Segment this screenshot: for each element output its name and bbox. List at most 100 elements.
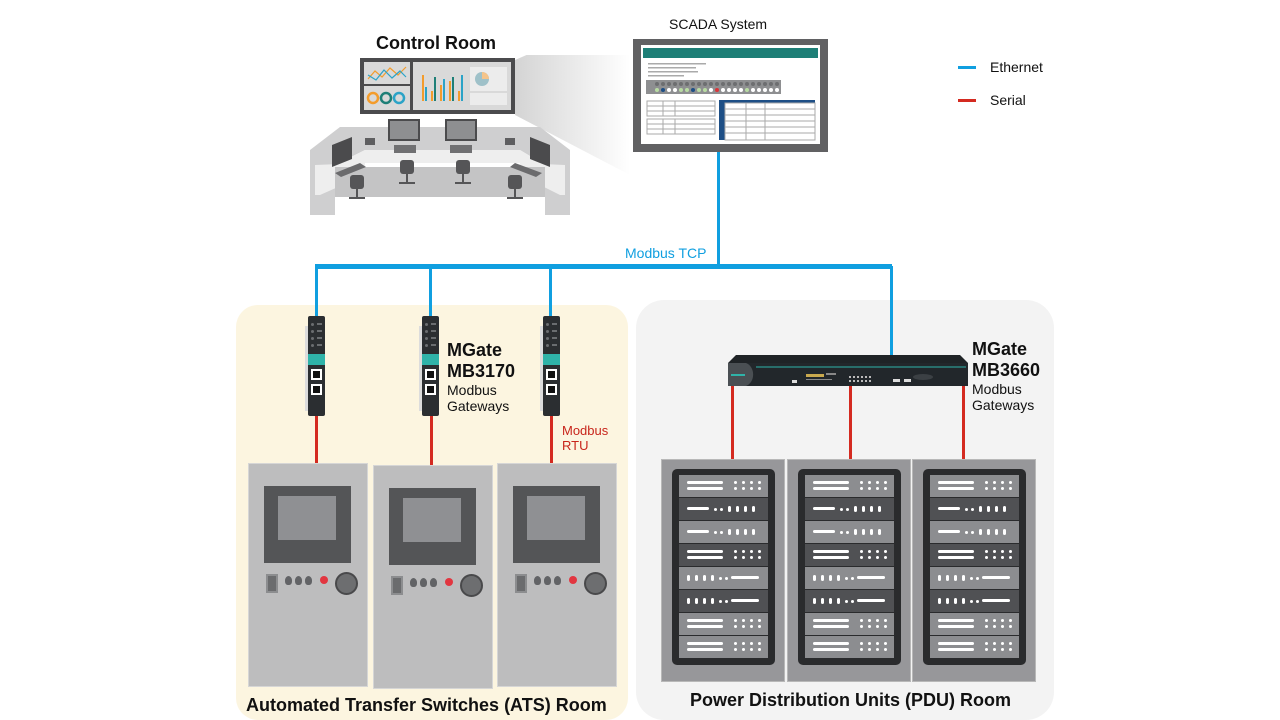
dial-knob bbox=[584, 572, 607, 595]
rack-indicator bbox=[845, 600, 848, 603]
mb3660-name-line2: MB3660 bbox=[972, 360, 1041, 380]
status-led bbox=[445, 578, 453, 586]
rack-indicator bbox=[868, 556, 871, 559]
rack-indicator bbox=[734, 625, 737, 628]
rack-indicator bbox=[854, 529, 857, 535]
rack-indicator bbox=[758, 642, 761, 645]
rack-indicator bbox=[742, 550, 745, 553]
rack-indicator bbox=[938, 598, 941, 604]
rack-indicator bbox=[703, 598, 706, 604]
rack-indicator bbox=[725, 600, 728, 603]
rack-indicator bbox=[868, 481, 871, 484]
legend-serial-line bbox=[958, 99, 976, 102]
rack-indicator bbox=[938, 507, 960, 510]
rack-indicator bbox=[846, 531, 849, 534]
ethernet-port bbox=[546, 384, 557, 395]
rack-indicator bbox=[860, 481, 863, 484]
rack-indicator bbox=[857, 576, 885, 579]
rack-indicator bbox=[851, 577, 854, 580]
modbus-rtu-line2: RTU bbox=[562, 438, 589, 453]
rack-indicator bbox=[821, 598, 824, 604]
rack-indicator bbox=[862, 529, 865, 535]
rack-indicator bbox=[813, 481, 849, 484]
rack-indicator bbox=[993, 550, 996, 553]
control-room-title: Control Room bbox=[376, 33, 496, 53]
rack-indicator bbox=[876, 550, 879, 553]
rack-indicator bbox=[938, 550, 974, 553]
rack-indicator bbox=[813, 530, 835, 533]
dial-knob bbox=[335, 572, 358, 595]
rack-indicator bbox=[734, 481, 737, 484]
modbus-tcp-label: Modbus TCP bbox=[625, 245, 707, 261]
rack-indicator bbox=[938, 648, 974, 651]
rack-indicator bbox=[742, 556, 745, 559]
mb3170-name-line1: MGate bbox=[447, 340, 503, 360]
ethernet-drop-1 bbox=[315, 266, 318, 318]
rack-indicator bbox=[938, 487, 974, 490]
rack-indicator bbox=[860, 487, 863, 490]
rack-indicator bbox=[758, 619, 761, 622]
rack-indicator bbox=[845, 577, 848, 580]
rack-indicator bbox=[876, 481, 879, 484]
rack-indicator bbox=[687, 507, 709, 510]
ethernet-drop-3 bbox=[549, 266, 552, 318]
rack-indicator bbox=[860, 556, 863, 559]
rack-indicator bbox=[742, 481, 745, 484]
rack-indicator bbox=[962, 598, 965, 604]
rack-indicator bbox=[813, 575, 816, 581]
legend-ethernet-line bbox=[958, 66, 976, 69]
rack-indicator bbox=[971, 531, 974, 534]
rack-indicator bbox=[993, 642, 996, 645]
ethernet-link-scada bbox=[717, 152, 720, 265]
mb3170-gateway-3 bbox=[540, 316, 560, 416]
status-led bbox=[569, 576, 577, 584]
serial-link-ats-2 bbox=[430, 416, 433, 465]
rack-indicator bbox=[860, 550, 863, 553]
rack-indicator bbox=[954, 598, 957, 604]
ats-cabinet-2 bbox=[373, 465, 493, 689]
rack-indicator bbox=[1001, 648, 1004, 651]
rack-indicator bbox=[1009, 550, 1012, 553]
rack-indicator bbox=[1009, 481, 1012, 484]
rack-indicator bbox=[1001, 487, 1004, 490]
dial-knob bbox=[460, 574, 483, 597]
rack-indicator bbox=[878, 506, 881, 512]
rack-indicator bbox=[758, 487, 761, 490]
rack-indicator bbox=[878, 529, 881, 535]
rack-indicator bbox=[985, 642, 988, 645]
pdu-rack-3 bbox=[912, 459, 1036, 682]
rack-indicator bbox=[750, 550, 753, 553]
rack-indicator bbox=[742, 619, 745, 622]
modbus-rtu-label: Modbus RTU bbox=[562, 423, 608, 453]
rack-indicator bbox=[985, 648, 988, 651]
rack-indicator bbox=[687, 530, 709, 533]
rack-indicator bbox=[993, 487, 996, 490]
rack-indicator bbox=[985, 625, 988, 628]
rack-indicator bbox=[1003, 506, 1006, 512]
legend-serial-label: Serial bbox=[990, 92, 1026, 108]
rack-indicator bbox=[687, 648, 723, 651]
rack-indicator bbox=[1001, 481, 1004, 484]
rack-indicator bbox=[734, 487, 737, 490]
scada-monitor bbox=[633, 39, 828, 152]
rack-indicator bbox=[1009, 556, 1012, 559]
rack-indicator bbox=[731, 576, 759, 579]
rack-indicator bbox=[876, 487, 879, 490]
rack-indicator bbox=[734, 642, 737, 645]
rack-indicator bbox=[720, 508, 723, 511]
rack-indicator bbox=[993, 625, 996, 628]
rack-indicator bbox=[985, 556, 988, 559]
rack-indicator bbox=[829, 575, 832, 581]
rack-indicator bbox=[750, 625, 753, 628]
rack-indicator bbox=[938, 530, 960, 533]
rack-indicator bbox=[938, 642, 974, 645]
rack-indicator bbox=[687, 556, 723, 559]
rack-indicator bbox=[840, 508, 843, 511]
rack-indicator bbox=[687, 550, 723, 553]
rack-indicator bbox=[821, 575, 824, 581]
rack-indicator bbox=[728, 529, 731, 535]
rack-indicator bbox=[876, 619, 879, 622]
rack-indicator bbox=[750, 642, 753, 645]
rack-indicator bbox=[687, 619, 723, 622]
rack-indicator bbox=[734, 556, 737, 559]
